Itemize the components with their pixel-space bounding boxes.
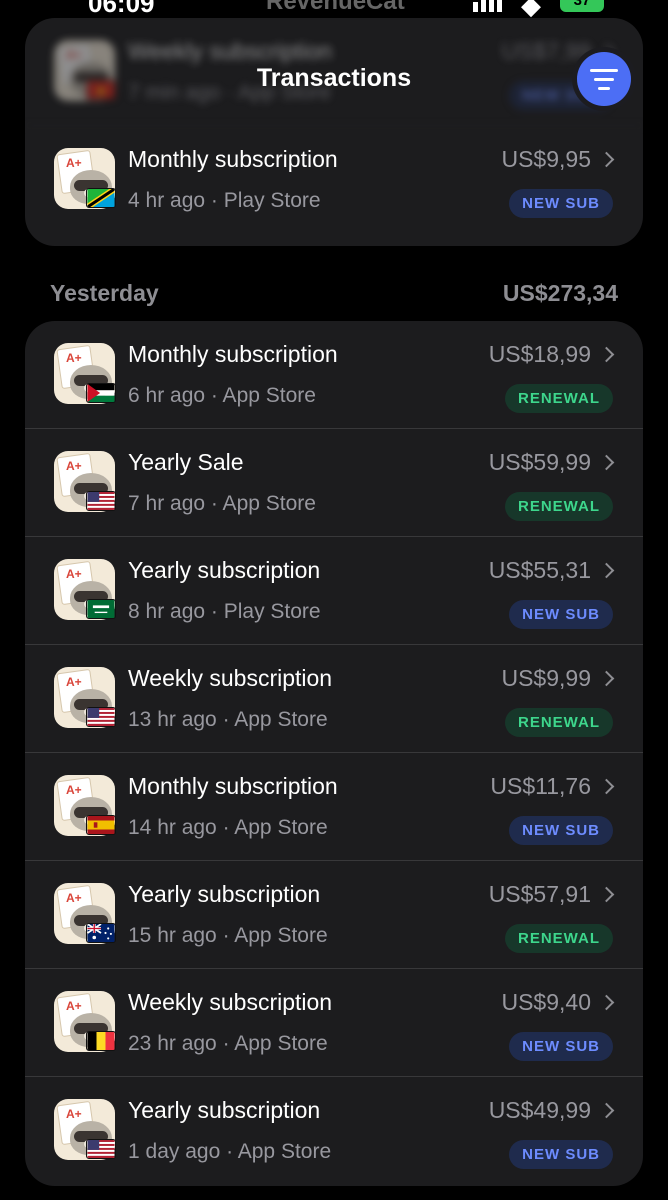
transaction-type-badge: NEW SUB: [509, 816, 613, 845]
country-flag-icon: [86, 491, 116, 511]
transaction-row[interactable]: A+ Yearly subscription 15 hr ago · App Sto…: [25, 861, 643, 969]
transaction-type-badge: RENEWAL: [505, 708, 613, 737]
transaction-amount: US$9,99: [501, 665, 591, 691]
header: Transactions: [0, 0, 668, 140]
transaction-meta: 6 hr ago · App Store: [128, 384, 316, 407]
section-label: Yesterday: [50, 280, 159, 306]
transaction-amount: US$9,95: [501, 146, 591, 172]
transaction-title: Monthly subscription: [128, 146, 338, 172]
transaction-row[interactable]: A+ Yearly Sale 7 hr ago · App Store US$59,9…: [25, 429, 643, 537]
country-flag-icon: [86, 815, 116, 835]
chevron-right-icon: [598, 886, 615, 903]
country-flag-icon: [86, 1031, 116, 1051]
transaction-meta: 1 day ago · App Store: [128, 1140, 332, 1163]
transaction-type-badge: RENEWAL: [505, 492, 613, 521]
transaction-title: Yearly subscription: [128, 1097, 321, 1123]
transaction-row[interactable]: A+ Yearly subscription 8 hr ago · Play Sto…: [25, 537, 643, 645]
transaction-meta: 23 hr ago · App Store: [128, 1032, 328, 1055]
transaction-amount: US$18,99: [488, 341, 591, 367]
transaction-meta: 7 hr ago · App Store: [128, 492, 316, 515]
transaction-row[interactable]: A+ Weekly subscription 23 hr ago · App Sto…: [25, 969, 643, 1077]
transaction-meta: 4 hr ago · Play Store: [128, 189, 321, 212]
country-flag-icon: [86, 1139, 116, 1159]
transaction-row[interactable]: A+ Yearly subscription 1 day ago · App Sto…: [25, 1077, 643, 1185]
transaction-row[interactable]: A+ Weekly subscription 13 hr ago · App Sto…: [25, 645, 643, 753]
chevron-right-icon: [598, 778, 615, 795]
country-flag-icon: [86, 923, 116, 943]
transactions-group-yesterday: A+ Monthly subscription 6 hr ago · App Sto…: [25, 321, 643, 1186]
transaction-title: Monthly subscription: [128, 773, 338, 799]
transaction-meta: 8 hr ago · Play Store: [128, 600, 321, 623]
section-header-yesterday: Yesterday US$273,34: [0, 278, 668, 310]
transaction-meta: 14 hr ago · App Store: [128, 816, 328, 839]
transaction-row[interactable]: A+ Monthly subscription 4 hr ago · Play St…: [25, 126, 643, 234]
filter-button[interactable]: [572, 47, 636, 111]
transaction-amount: US$49,99: [488, 1097, 591, 1123]
chevron-right-icon: [598, 454, 615, 471]
transaction-meta: 15 hr ago · App Store: [128, 924, 328, 947]
section-total: US$273,34: [502, 280, 618, 306]
country-flag-icon: [86, 707, 116, 727]
transaction-type-badge: RENEWAL: [505, 384, 613, 413]
transaction-title: Monthly subscription: [128, 341, 338, 367]
filter-icon: [577, 52, 631, 106]
chevron-right-icon: [598, 670, 615, 687]
transaction-type-badge: NEW SUB: [509, 189, 613, 218]
transaction-title: Yearly subscription: [128, 881, 321, 907]
chevron-right-icon: [598, 151, 615, 168]
transaction-title: Weekly subscription: [128, 665, 333, 691]
country-flag-icon: [86, 383, 116, 403]
transaction-meta: 13 hr ago · App Store: [128, 708, 328, 731]
transaction-amount: US$57,91: [488, 881, 591, 907]
page-title: Transactions: [256, 64, 412, 92]
transaction-title: Yearly Sale: [128, 449, 244, 475]
chevron-right-icon: [598, 1102, 615, 1119]
transaction-type-badge: NEW SUB: [509, 1032, 613, 1061]
country-flag-icon: [86, 599, 116, 619]
chevron-right-icon: [598, 562, 615, 579]
transaction-row[interactable]: A+ Monthly subscription 14 hr ago · App St…: [25, 753, 643, 861]
transaction-title: Weekly subscription: [128, 989, 333, 1015]
transaction-amount: US$11,76: [490, 773, 591, 799]
transaction-type-badge: NEW SUB: [509, 1140, 613, 1169]
transaction-amount: US$55,31: [488, 557, 591, 583]
chevron-right-icon: [598, 346, 615, 363]
transaction-amount: US$59,99: [488, 449, 591, 475]
transaction-type-badge: NEW SUB: [509, 600, 613, 629]
transaction-title: Yearly subscription: [128, 557, 321, 583]
transaction-amount: US$9,40: [501, 989, 591, 1015]
chevron-right-icon: [598, 994, 615, 1011]
transaction-row[interactable]: A+ Monthly subscription 6 hr ago · App Sto…: [25, 321, 643, 429]
country-flag-icon: [86, 188, 116, 208]
transaction-type-badge: RENEWAL: [505, 924, 613, 953]
